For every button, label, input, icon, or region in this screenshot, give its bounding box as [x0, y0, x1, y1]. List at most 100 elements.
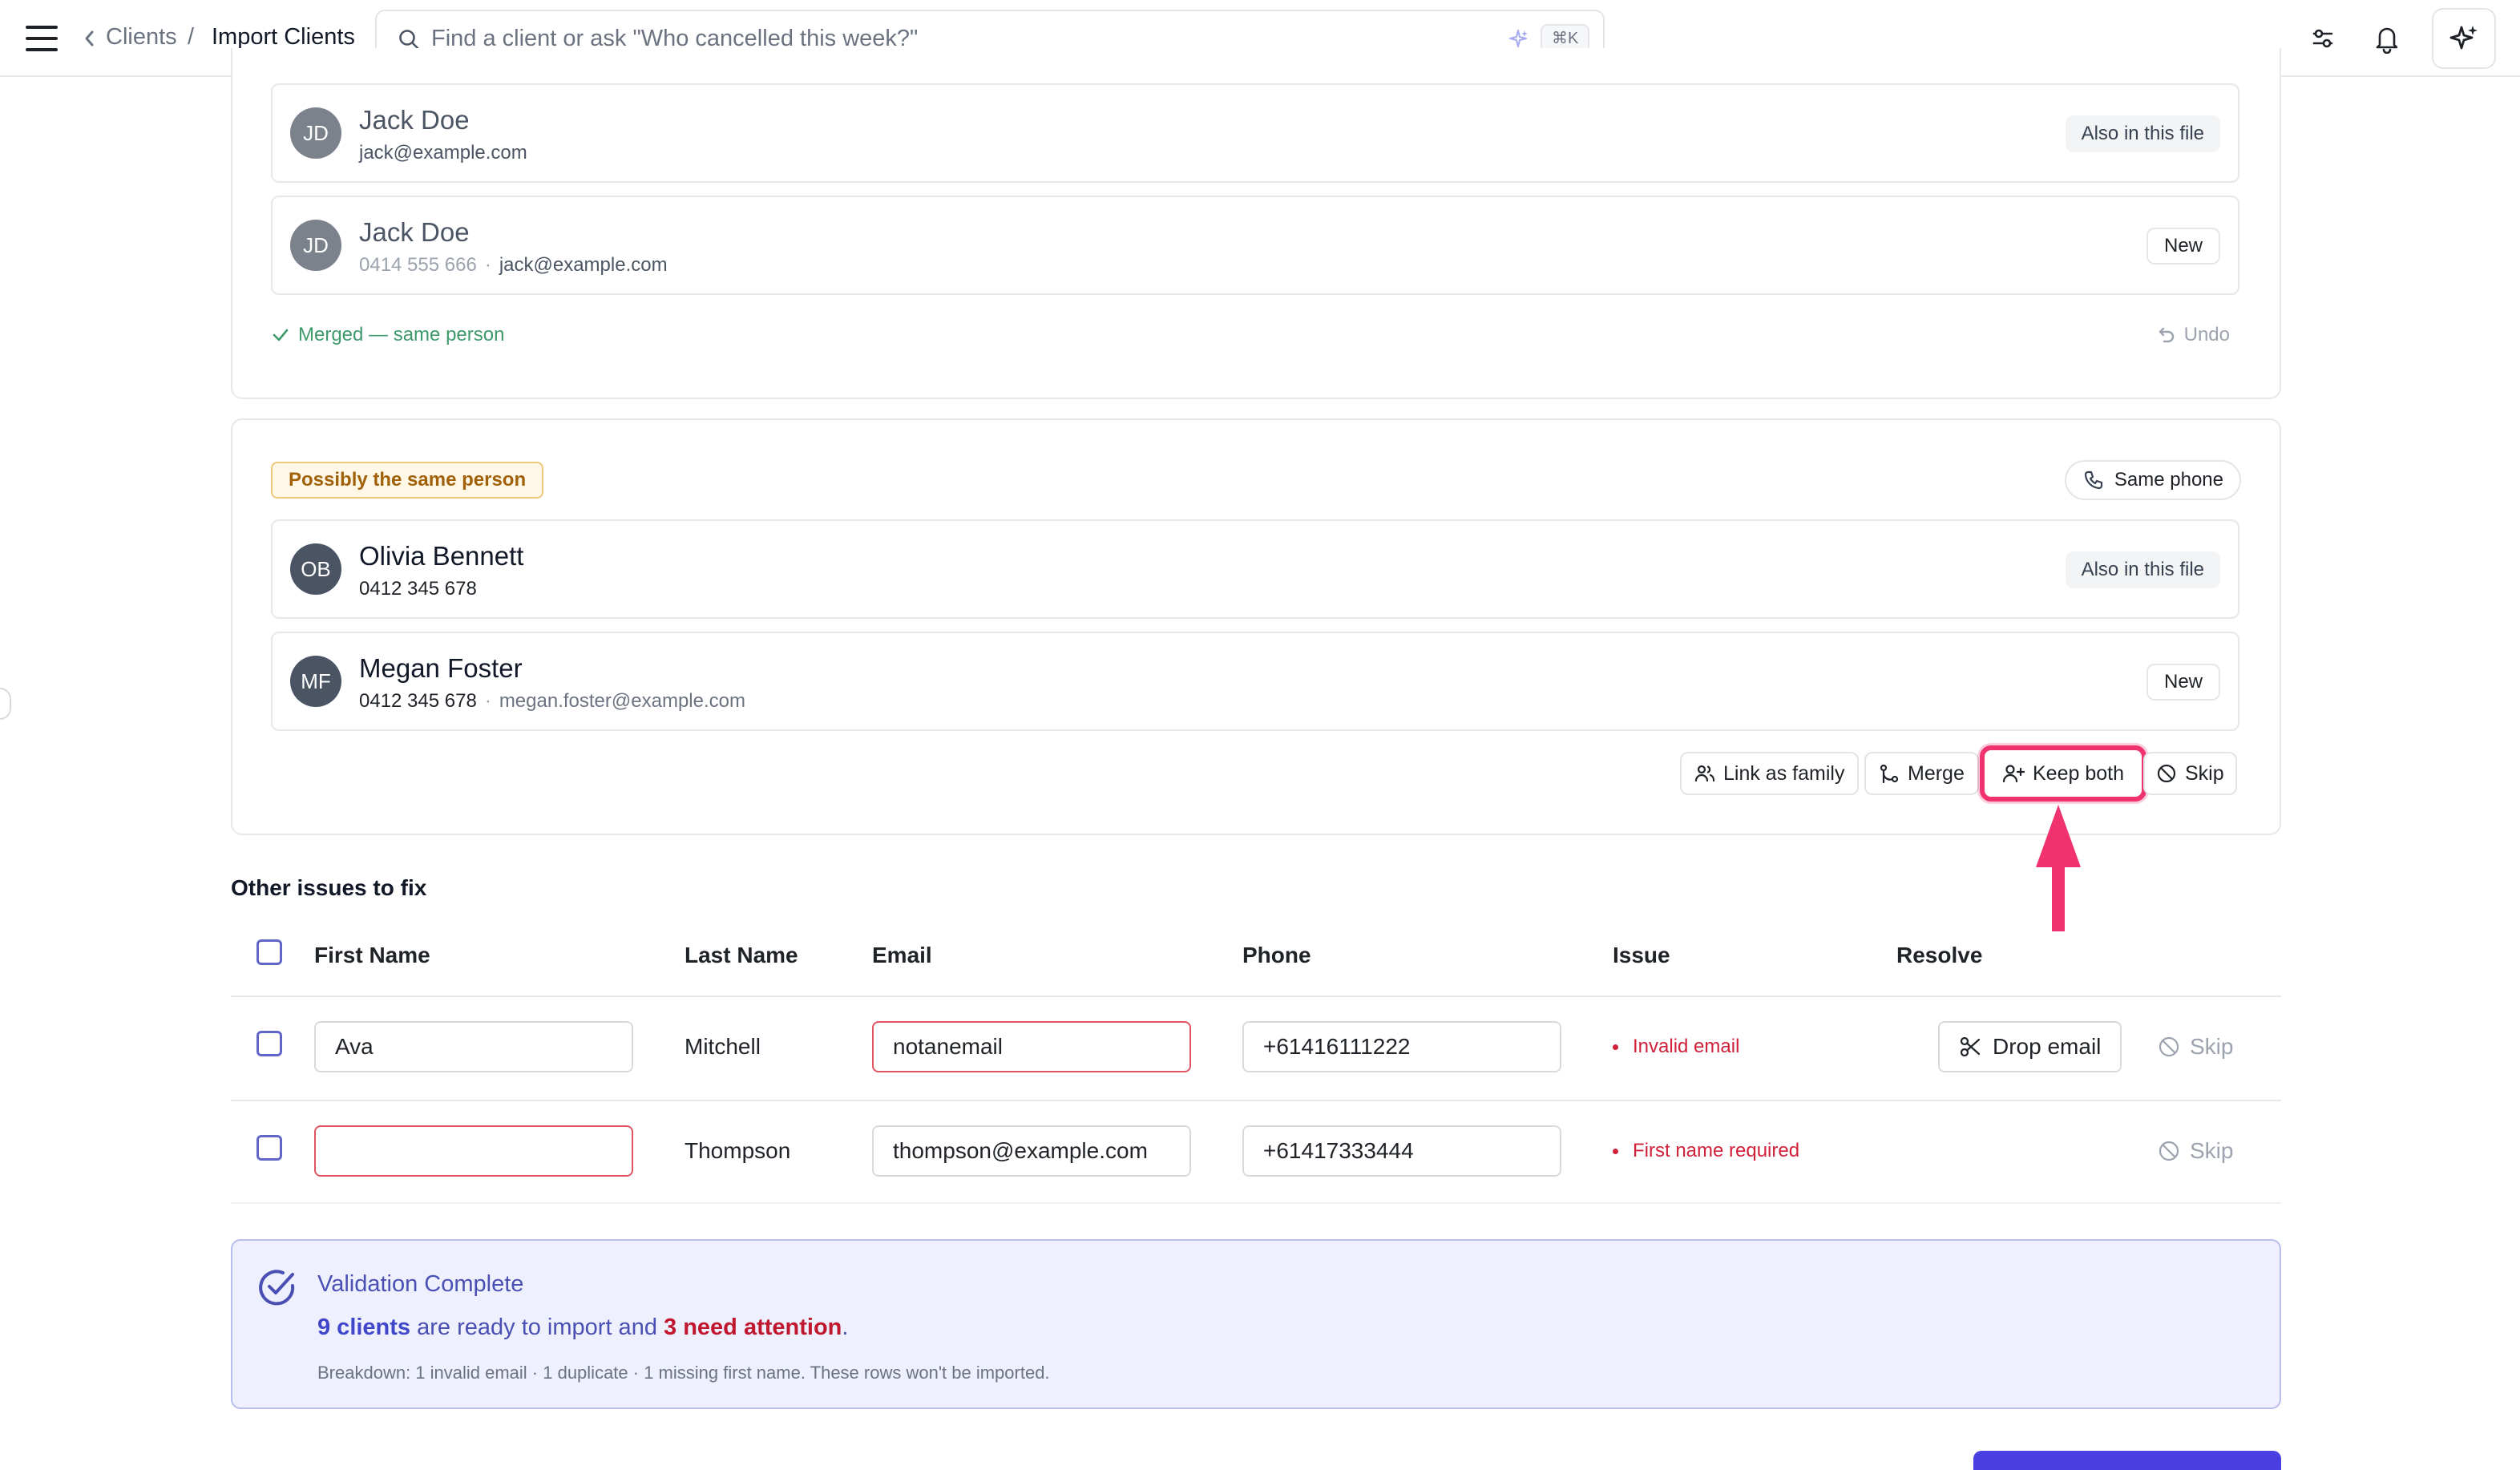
undo-label: Undo: [2183, 324, 2230, 345]
issue-message: Invalid email: [1613, 1036, 1739, 1058]
phone-field[interactable]: [1242, 1021, 1561, 1072]
client-email: jack@example.com: [499, 254, 668, 276]
merged-status-label: Merged — same person: [298, 324, 505, 345]
merge-button[interactable]: Merge: [1864, 752, 1979, 795]
source-badge: Also in this file: [2065, 551, 2220, 588]
scissors-icon: [1960, 1036, 1981, 1057]
new-badge: New: [2146, 664, 2220, 701]
issue-label: First name required: [1633, 1140, 1800, 1161]
link-as-family-label: Link as family: [1723, 761, 1845, 785]
merged-duplicate-card: JD Jack Doe jack@example.com Also in thi…: [231, 48, 2281, 399]
phone-field[interactable]: [1242, 1125, 1561, 1177]
client-phone: 0412 345 678: [359, 690, 477, 712]
email-field[interactable]: [872, 1021, 1191, 1072]
first-name-field[interactable]: [314, 1021, 633, 1072]
avatar: JD: [290, 220, 341, 271]
skip-duplicate-button[interactable]: Skip: [2143, 752, 2237, 795]
column-header-email: Email: [872, 943, 932, 967]
drop-email-label: Drop email: [1993, 1034, 2102, 1059]
undo-button[interactable]: Undo: [2157, 324, 2230, 346]
skip-row-button[interactable]: Skip: [2158, 1034, 2233, 1060]
client-name: Jack Doe: [359, 105, 470, 135]
select-all-checkbox[interactable]: [256, 939, 282, 965]
page-title: Import Clients: [212, 24, 355, 50]
phone-icon: [2084, 470, 2102, 490]
new-badge: New: [2146, 228, 2220, 265]
issue-label: Invalid email: [1633, 1036, 1740, 1057]
row-checkbox[interactable]: [256, 1135, 282, 1161]
row-checkbox[interactable]: [256, 1031, 282, 1056]
validation-title: Validation Complete: [317, 1271, 524, 1297]
validation-message-mid: are ready to import and: [410, 1315, 664, 1340]
bell-icon[interactable]: [2366, 18, 2408, 59]
client-name: Jack Doe: [359, 217, 470, 247]
issues-table: First Name Last Name Email Phone Issue R…: [231, 919, 2281, 1204]
match-reason-label: Same phone: [2114, 469, 2223, 491]
merge-icon: [1880, 764, 1899, 784]
check-circle-icon: [259, 1270, 295, 1306]
client-name: Megan Foster: [359, 653, 523, 683]
arrow-up-icon: [2036, 805, 2081, 931]
breadcrumb-separator: /: [188, 24, 195, 50]
issue-message: First name required: [1613, 1140, 1799, 1162]
validation-message-end: .: [842, 1315, 849, 1340]
possible-duplicate-badge: Possibly the same person: [271, 462, 544, 499]
avatar: OB: [290, 543, 341, 595]
issues-section-title: Other issues to fix: [231, 875, 427, 900]
drop-email-button[interactable]: Drop email: [1938, 1021, 2122, 1072]
filter-icon[interactable]: [2302, 18, 2344, 59]
contact-separator: ·: [484, 254, 491, 276]
user-plus-icon: [2002, 765, 2025, 783]
sparkle-icon: [1509, 30, 1528, 47]
merge-label: Merge: [1908, 761, 1965, 785]
column-header-first-name: First Name: [314, 943, 430, 967]
last-name-cell: Mitchell: [685, 1034, 761, 1059]
assistant-sparkle-icon: [2449, 26, 2478, 50]
match-reason-chip: Same phone: [2064, 460, 2241, 500]
validation-message: 9 clients are ready to import and 3 need…: [317, 1315, 848, 1341]
client-row: OB Olivia Bennett 0412 345 678 Also in t…: [271, 519, 2239, 619]
table-header-divider: [231, 995, 2281, 997]
ban-icon: [2159, 1036, 2179, 1057]
client-contact: jack@example.com: [359, 141, 527, 165]
client-contact: 0414 555 666 · jack@example.com: [359, 253, 668, 277]
ban-icon: [2157, 764, 2176, 783]
users-icon: [1694, 765, 1715, 782]
keep-both-button[interactable]: Keep both: [1980, 745, 2146, 802]
email-field[interactable]: [872, 1125, 1191, 1177]
assistant-button[interactable]: [2432, 8, 2496, 69]
undo-icon: [2159, 327, 2174, 343]
skip-row-button[interactable]: Skip: [2158, 1138, 2233, 1164]
skip-label: Skip: [2190, 1138, 2234, 1163]
issue-bullet: [1613, 1044, 1618, 1050]
client-email: megan.foster@example.com: [499, 690, 745, 712]
check-icon: [273, 329, 289, 341]
search-icon: [399, 30, 419, 50]
client-name: Olivia Bennett: [359, 541, 524, 571]
row-divider: [231, 1100, 2281, 1101]
first-name-field[interactable]: [314, 1125, 633, 1177]
client-contact: 0412 345 678 · megan.foster@example.com: [359, 689, 745, 713]
menu-icon[interactable]: [24, 22, 59, 55]
merged-status: Merged — same person: [271, 324, 504, 346]
sidebar-collapse-handle[interactable]: [0, 688, 11, 720]
client-row: JD Jack Doe jack@example.com Also in thi…: [271, 83, 2239, 183]
validation-breakdown: Breakdown: 1 invalid email · 1 duplicate…: [317, 1363, 1050, 1383]
breadcrumb-clients-link[interactable]: Clients: [106, 22, 177, 51]
client-phone: 0412 345 678: [359, 578, 477, 600]
import-clients-button[interactable]: [1973, 1451, 2281, 1470]
attention-count: 3 need attention: [664, 1315, 842, 1340]
ban-icon: [2159, 1141, 2179, 1161]
client-phone: 0414 555 666: [359, 254, 477, 276]
last-name-cell: Thompson: [685, 1138, 791, 1163]
ready-count: 9 clients: [317, 1315, 411, 1340]
keep-both-label: Keep both: [2033, 761, 2124, 785]
skip-label: Skip: [2185, 761, 2224, 785]
source-badge: Also in this file: [2065, 115, 2220, 152]
column-header-issue: Issue: [1613, 943, 1670, 967]
client-row: MF Megan Foster 0412 345 678 · megan.foste…: [271, 632, 2239, 731]
chevron-left-icon[interactable]: [80, 24, 99, 53]
column-header-phone: Phone: [1242, 943, 1311, 967]
issue-bullet: [1613, 1148, 1618, 1154]
link-as-family-button[interactable]: Link as family: [1680, 752, 1860, 795]
